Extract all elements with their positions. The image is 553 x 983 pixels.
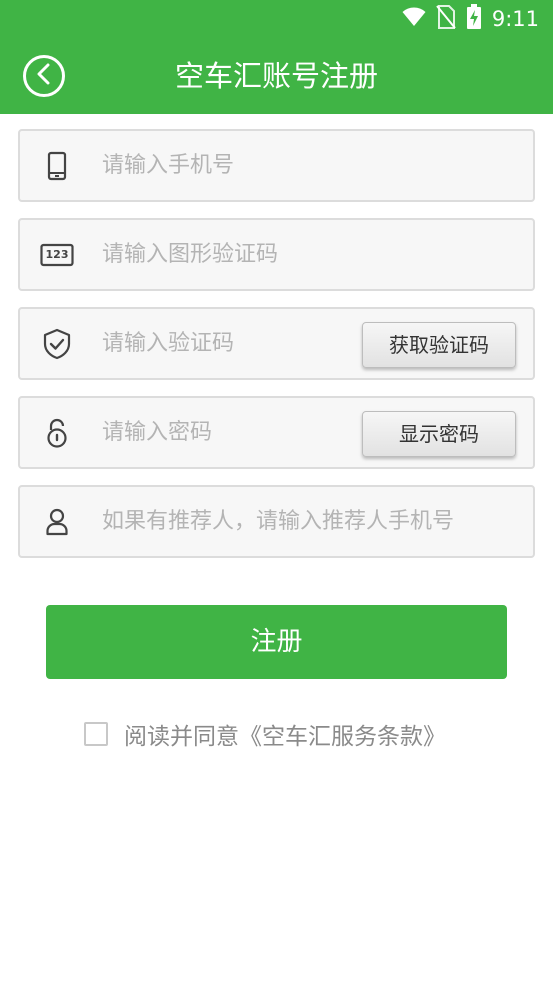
sms-code-input[interactable]: [102, 309, 352, 378]
no-sim-icon: [436, 5, 456, 33]
status-bar: 9:11: [0, 0, 553, 38]
referrer-input[interactable]: [102, 487, 522, 556]
password-input[interactable]: [102, 398, 352, 467]
phone-input[interactable]: [102, 131, 352, 200]
agreement-checkbox[interactable]: [84, 722, 108, 746]
referrer-field: [18, 485, 535, 558]
phone-icon: [40, 149, 74, 183]
show-password-button[interactable]: 显示密码: [362, 411, 516, 457]
captcha-input[interactable]: [102, 220, 352, 289]
get-code-button[interactable]: 获取验证码: [362, 322, 516, 368]
captcha-123-icon: 123: [40, 238, 74, 272]
agreement-link[interactable]: 阅读并同意《空车汇服务条款》: [124, 717, 446, 751]
lock-icon: [40, 416, 74, 450]
password-field: 显示密码: [18, 396, 535, 469]
app-header: 9:11 空车汇账号注册: [0, 0, 553, 114]
wifi-icon: [402, 7, 426, 31]
page-title: 空车汇账号注册: [174, 59, 378, 93]
captcha-glyph: 123: [45, 248, 69, 261]
user-icon: [40, 505, 74, 539]
status-time: 9:11: [491, 7, 539, 31]
captcha-field: 123: [18, 218, 535, 291]
sms-code-field: 获取验证码: [18, 307, 535, 380]
phone-field: [18, 129, 535, 202]
agreement-row: 阅读并同意《空车汇服务条款》: [84, 714, 446, 754]
status-icons: 9:11: [402, 4, 539, 34]
battery-charging-icon: [466, 4, 482, 34]
shield-check-icon: [40, 327, 74, 361]
register-button[interactable]: 注册: [46, 605, 507, 679]
